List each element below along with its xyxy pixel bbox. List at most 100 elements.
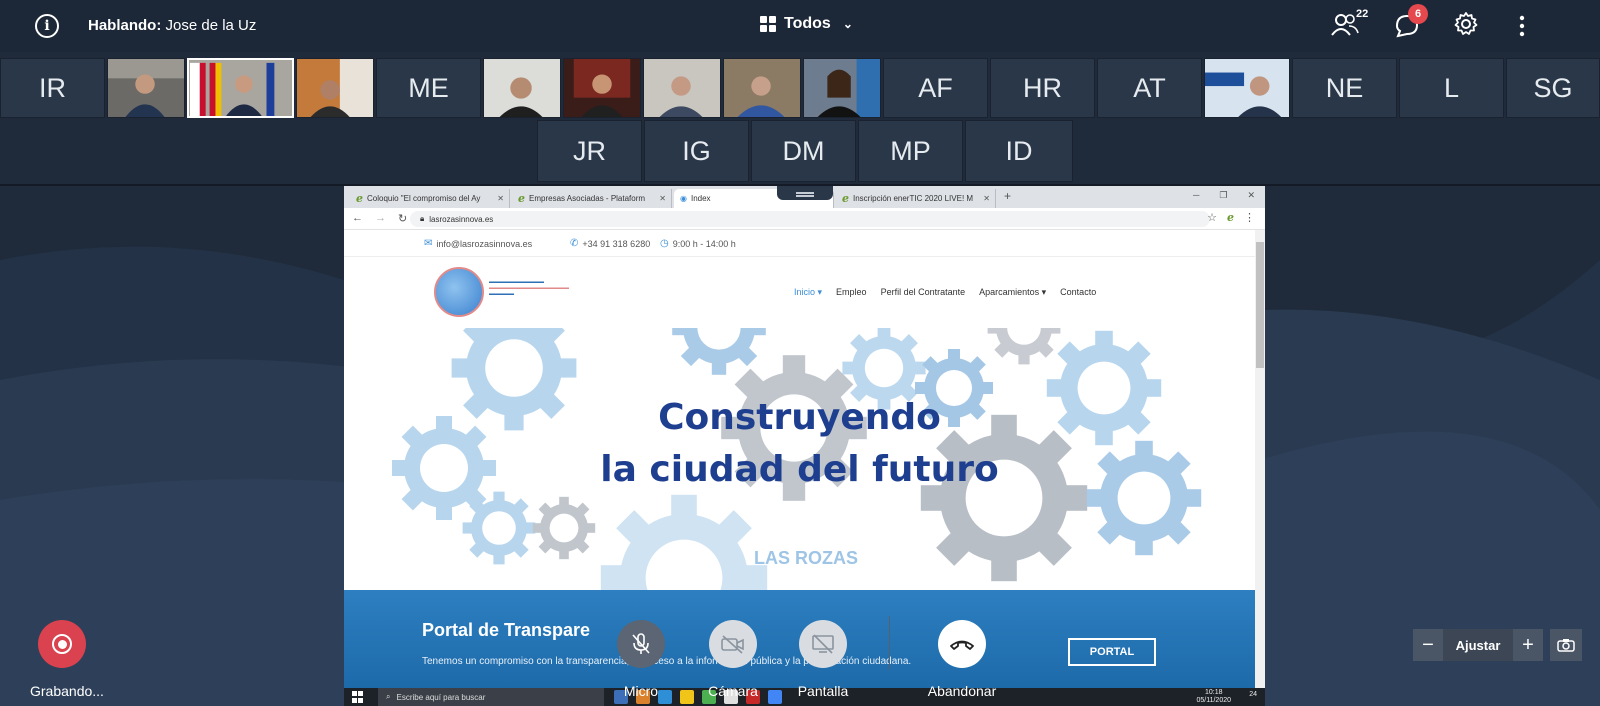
record-icon — [52, 634, 72, 654]
participant-tile[interactable]: AT — [1097, 58, 1202, 118]
record-button[interactable] — [38, 620, 86, 668]
window-controls: ─ ❐ ✕ — [1193, 190, 1255, 201]
participant-tile[interactable]: IR — [0, 58, 105, 118]
chat-button[interactable]: 6 — [1392, 4, 1428, 45]
speaking-label: Hablando: — [88, 17, 162, 34]
kebab-menu-icon[interactable]: ⋮ — [1244, 211, 1255, 224]
participant-tile[interactable]: NE — [1292, 58, 1397, 118]
snapshot-button[interactable] — [1550, 629, 1582, 661]
participant-tile[interactable]: IG — [644, 120, 749, 182]
menu-item-inicio[interactable]: Inicio ▾ — [794, 287, 822, 298]
taskbar-clock[interactable]: 10:18 05/11/2020 — [1196, 689, 1231, 705]
mic-button[interactable] — [617, 620, 665, 668]
participant-video-active[interactable] — [187, 58, 294, 118]
reload-icon[interactable]: ↻ — [398, 212, 407, 225]
chat-badge: 6 — [1408, 4, 1428, 24]
participant-video[interactable] — [563, 58, 641, 118]
participant-initials: AT — [1133, 72, 1166, 103]
participant-video[interactable] — [296, 58, 374, 118]
screen-share-off-icon — [812, 634, 834, 654]
close-icon[interactable]: ✕ — [497, 194, 504, 203]
mic-muted-icon — [632, 633, 650, 654]
hero-line-1: Construyendo — [658, 397, 941, 438]
site-logo[interactable] — [434, 267, 484, 317]
participant-video[interactable] — [483, 58, 561, 118]
browser-tab-label: Empresas Asociadas - Plataform — [529, 194, 646, 203]
notification-count[interactable]: 24 — [1249, 691, 1257, 698]
url-field[interactable]: 🔒︎ lasrozasinnova.es — [410, 211, 1210, 227]
participants-count: 22 — [1356, 8, 1369, 20]
gear-icon — [1454, 12, 1478, 35]
layout-selector[interactable]: Todos ⌄ — [760, 15, 853, 33]
portal-title: Portal de Transpare — [422, 620, 591, 640]
top-bar: i Hablando: Jose de la Uz Todos ⌄ 22 6 — [0, 0, 1600, 52]
browser-tab-label: Index — [690, 194, 711, 203]
windows-start-icon[interactable] — [352, 691, 364, 703]
participant-tile[interactable]: DM — [751, 120, 856, 182]
menu-item-empleo[interactable]: Empleo — [836, 287, 867, 298]
browser-tab[interactable]: e Inscripción enerTIC 2020 LIVE! M ✕ — [836, 189, 996, 208]
site-logo-text: ▬▬▬▬▬▬▬▬▬▬▬ ▬▬▬▬▬▬▬▬▬▬▬▬▬▬▬▬ ▬▬▬▬▬ — [489, 279, 569, 297]
participant-video[interactable] — [107, 58, 185, 118]
participant-initials: HR — [1023, 72, 1062, 103]
participant-tile[interactable]: JR — [537, 120, 642, 182]
menu-item-aparcamientos[interactable]: Aparcamientos ▾ — [979, 287, 1046, 298]
participant-video[interactable] — [723, 58, 801, 118]
participant-initials: NE — [1325, 72, 1364, 103]
hero-title: Construyendo la ciudad del futuro — [344, 392, 1255, 496]
contact-email[interactable]: ✉ info@lasrozasinnova.es — [424, 238, 532, 249]
participant-tile[interactable]: AF — [883, 58, 988, 118]
menu-item-perfil[interactable]: Perfil del Contratante — [881, 287, 966, 298]
zoom-out-button[interactable]: − — [1413, 629, 1443, 661]
star-icon[interactable]: ☆ — [1207, 211, 1217, 224]
hours-text: 9:00 h - 14:00 h — [672, 238, 736, 249]
portal-button[interactable]: PORTAL — [1068, 638, 1156, 666]
zoom-in-button[interactable]: + — [1513, 629, 1543, 661]
browser-tab[interactable]: e Empresas Asociadas - Plataform ✕ — [512, 189, 672, 208]
participant-video[interactable] — [803, 58, 881, 118]
participant-video[interactable] — [1204, 58, 1290, 118]
forward-icon[interactable]: → — [375, 212, 386, 225]
extension-icon[interactable]: e — [1227, 211, 1234, 224]
page-scrollbar[interactable] — [1255, 230, 1265, 706]
participants-button[interactable]: 22 — [1330, 8, 1368, 43]
search-icon: ⌕ — [386, 692, 391, 701]
taskbar-search[interactable]: ⌕ Escribe aquí para buscar — [378, 688, 604, 706]
share-drag-handle[interactable] — [777, 186, 833, 200]
browser-tab[interactable]: e Coloquio "El compromiso del Ay ✕ — [350, 189, 510, 208]
participant-initials: SG — [1533, 72, 1573, 103]
screen-label: Pantalla — [797, 683, 849, 699]
minimize-icon[interactable]: ─ — [1193, 190, 1199, 201]
new-tab-icon[interactable]: + — [1004, 189, 1011, 203]
globe-icon: ◉ — [680, 194, 687, 203]
participant-initials: MP — [890, 135, 931, 166]
close-icon[interactable]: ✕ — [983, 194, 990, 203]
site-header: ▬▬▬▬▬▬▬▬▬▬▬ ▬▬▬▬▬▬▬▬▬▬▬▬▬▬▬▬ ▬▬▬▬▬ Inicio … — [344, 256, 1255, 328]
camera-button[interactable] — [709, 620, 757, 668]
leave-button[interactable] — [938, 620, 986, 668]
participant-tile[interactable]: ID — [965, 120, 1073, 182]
zoom-controls: − Ajustar + — [1413, 629, 1543, 661]
menu-item-contacto[interactable]: Contacto — [1060, 287, 1096, 298]
fit-button[interactable]: Ajustar — [1443, 629, 1513, 661]
contact-hours: ◷ 9:00 h - 14:00 h — [660, 238, 736, 249]
more-options-button[interactable] — [1518, 14, 1526, 43]
maximize-icon[interactable]: ❐ — [1219, 190, 1227, 201]
participants-row: IR ME AF HR AT NE L SG — [0, 58, 1600, 118]
speaking-name: Jose de la Uz — [165, 17, 257, 34]
participant-tile[interactable]: SG — [1506, 58, 1600, 118]
close-icon[interactable]: ✕ — [659, 194, 666, 203]
close-window-icon[interactable]: ✕ — [1247, 190, 1255, 201]
back-icon[interactable]: ← — [352, 212, 363, 225]
participant-tile[interactable]: ME — [376, 58, 481, 118]
participant-tile[interactable]: L — [1399, 58, 1504, 118]
screen-share-button[interactable] — [799, 620, 847, 668]
participant-tile[interactable]: MP — [858, 120, 963, 182]
taskbar-search-placeholder: Escribe aquí para buscar — [396, 692, 486, 702]
scrollbar-thumb[interactable] — [1256, 242, 1264, 368]
participant-initials: AF — [918, 72, 953, 103]
info-icon[interactable]: i — [35, 14, 59, 38]
settings-button[interactable] — [1452, 10, 1480, 43]
participant-video[interactable] — [643, 58, 721, 118]
participant-tile[interactable]: HR — [990, 58, 1095, 118]
